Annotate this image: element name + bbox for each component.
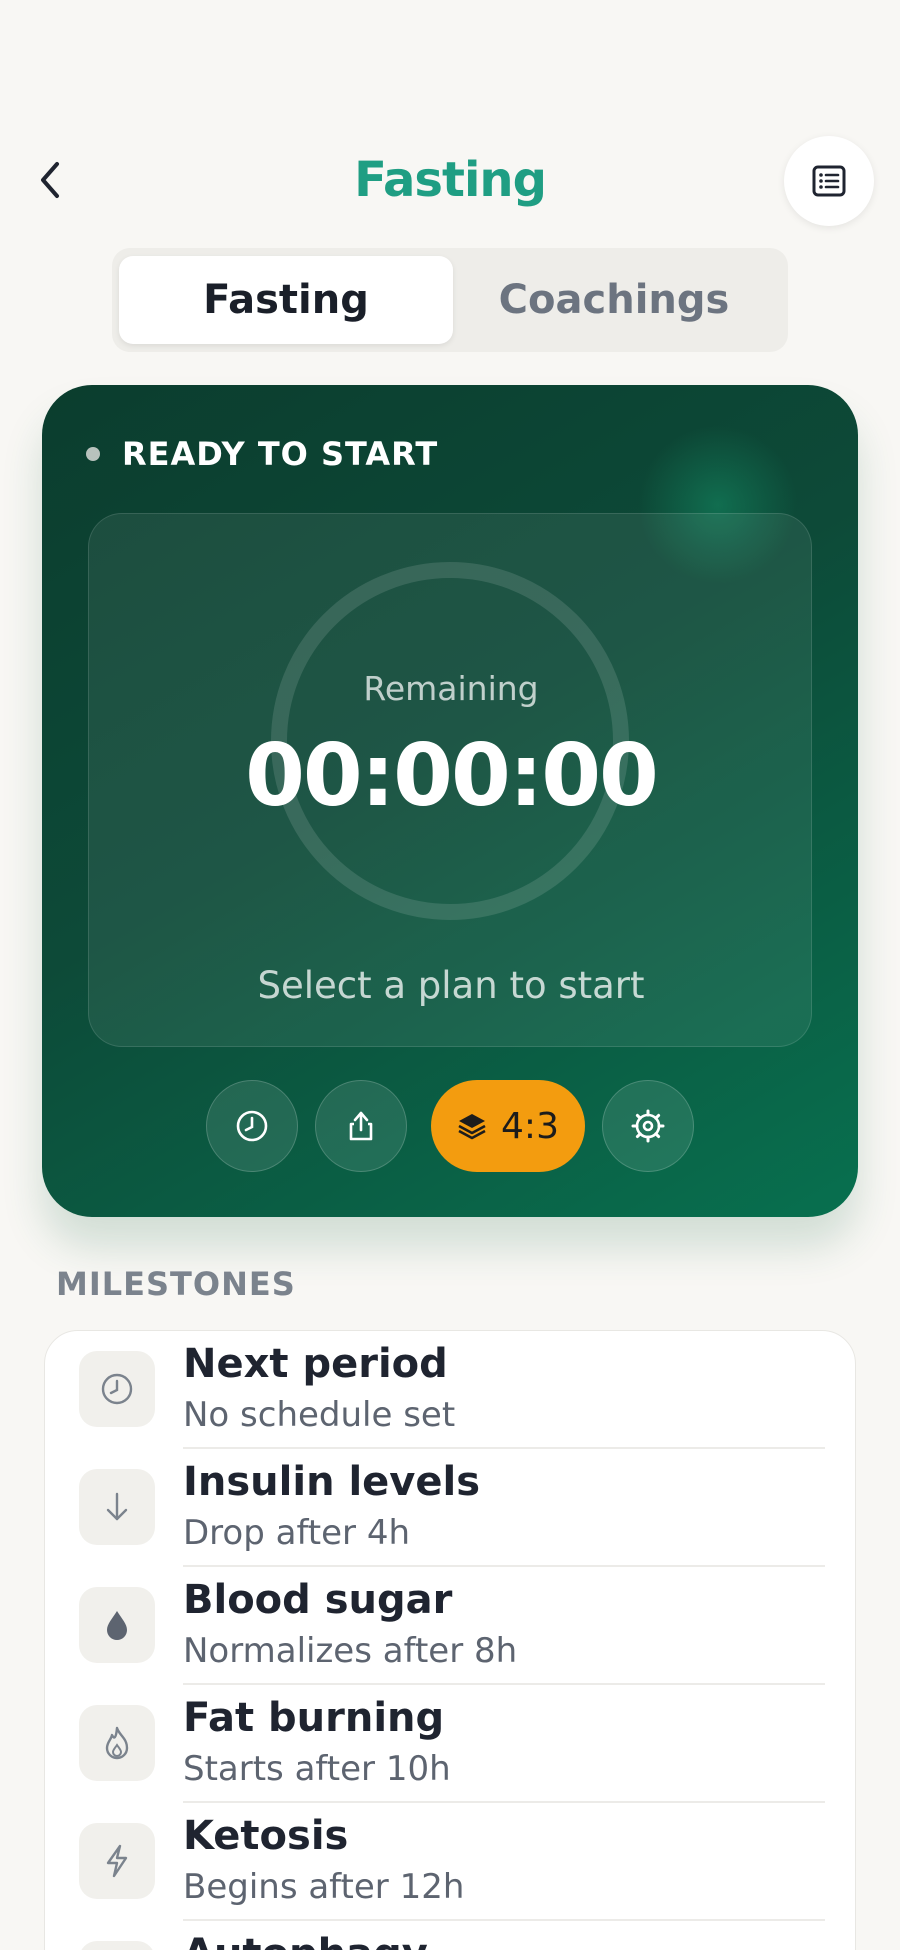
milestone-subtitle: Begins after 12h [183, 1867, 465, 1907]
tab-coachings[interactable]: Coachings [447, 256, 781, 344]
timer-display: 00:00:00 [245, 726, 659, 826]
milestone-icon-box [79, 1941, 155, 1950]
status-badge: READY TO START [86, 435, 438, 473]
milestone-icon-box [79, 1823, 155, 1899]
milestone-subtitle: Drop after 4h [183, 1513, 411, 1553]
milestone-icon-box [79, 1469, 155, 1545]
timer-panel: Remaining 00:00:00 Select a plan to star… [88, 513, 812, 1047]
tab-fasting[interactable]: Fasting [119, 256, 453, 344]
share-button[interactable] [315, 1080, 407, 1172]
milestone-title: Ketosis [183, 1813, 349, 1859]
clock-icon [236, 1110, 268, 1142]
milestone-next-period[interactable]: Next period No schedule set [45, 1331, 857, 1449]
status-dot [86, 447, 100, 461]
milestone-title: Insulin levels [183, 1459, 481, 1505]
milestone-subtitle: No schedule set [183, 1395, 456, 1435]
milestone-title: Fat burning [183, 1695, 445, 1741]
milestone-fat-burning[interactable]: Fat burning Starts after 10h [45, 1685, 857, 1803]
header: Fasting Fasting Coachings [0, 0, 900, 375]
milestone-insulin-levels[interactable]: Insulin levels Drop after 4h [45, 1449, 857, 1567]
milestone-title: Autophagy [183, 1931, 428, 1950]
history-button[interactable] [206, 1080, 298, 1172]
milestone-icon-box [79, 1587, 155, 1663]
page-title: Fasting [354, 152, 547, 208]
bolt-icon [106, 1844, 128, 1878]
milestones-list: Next period No schedule set Insulin leve… [44, 1330, 856, 1950]
milestone-icon-box [79, 1351, 155, 1427]
share-icon [349, 1111, 373, 1141]
milestone-title: Blood sugar [183, 1577, 453, 1623]
plan-label: 4:3 [501, 1105, 559, 1147]
timer-controls: 4:3 [42, 1080, 858, 1172]
status-text: READY TO START [122, 435, 439, 473]
flame-icon [105, 1726, 129, 1760]
plan-hint: Select a plan to start [257, 964, 645, 1007]
milestone-title: Next period [183, 1341, 448, 1387]
milestone-subtitle: Starts after 10h [183, 1749, 451, 1789]
milestone-blood-sugar[interactable]: Blood sugar Normalizes after 8h [45, 1567, 857, 1685]
arrow-down-icon [106, 1492, 128, 1521]
remaining-label: Remaining [363, 669, 539, 708]
tab-switcher: Fasting Coachings [112, 248, 788, 352]
plan-button[interactable]: 4:3 [431, 1080, 585, 1172]
milestone-icon-box [79, 1705, 155, 1781]
drop-icon [107, 1611, 127, 1640]
milestones-heading: MILESTONES [56, 1265, 296, 1303]
timer-card: READY TO START Remaining 00:00:00 Select… [42, 385, 858, 1217]
milestone-ketosis[interactable]: Ketosis Begins after 12h [45, 1803, 857, 1921]
settings-icon [631, 1109, 665, 1143]
milestone-subtitle: Normalizes after 8h [183, 1631, 518, 1671]
list-icon [812, 165, 846, 197]
milestone-autophagy[interactable]: Autophagy [45, 1921, 857, 1950]
clock-icon [101, 1373, 133, 1405]
settings-button[interactable] [602, 1080, 694, 1172]
layers-icon [458, 1114, 486, 1140]
list-button[interactable] [784, 136, 874, 226]
